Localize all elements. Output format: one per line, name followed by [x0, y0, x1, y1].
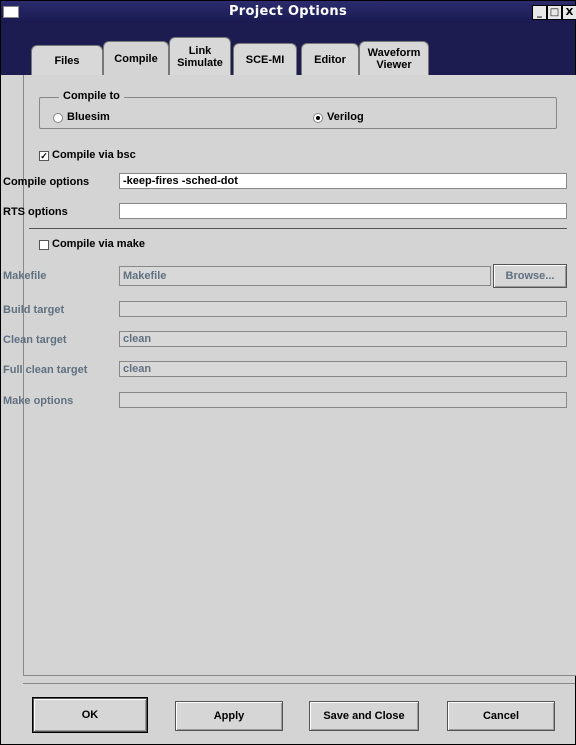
apply-button[interactable]: Apply: [175, 701, 283, 731]
build-target-input[interactable]: [119, 301, 567, 317]
tab-files[interactable]: Files: [31, 45, 103, 75]
compile-via-bsc-checkbox[interactable]: ✓: [39, 151, 49, 161]
footer-divider: [23, 683, 575, 684]
tab-compile[interactable]: Compile: [103, 41, 169, 75]
make-options-input[interactable]: [119, 392, 567, 408]
cancel-button[interactable]: Cancel: [447, 701, 555, 731]
makefile-input[interactable]: Makefile: [119, 266, 491, 286]
bluesim-label[interactable]: Bluesim: [67, 111, 110, 123]
compile-via-make-checkbox[interactable]: [39, 240, 49, 250]
save-and-close-button[interactable]: Save and Close: [309, 701, 419, 731]
close-icon[interactable]: X: [562, 5, 576, 20]
make-options-label: Make options: [3, 395, 74, 407]
verilog-radio[interactable]: [313, 113, 323, 123]
verilog-label[interactable]: Verilog: [327, 111, 364, 123]
separator: [29, 228, 567, 229]
compile-options-input[interactable]: [119, 173, 567, 189]
rts-options-input[interactable]: [119, 203, 567, 219]
compile-to-legend: Compile to: [59, 90, 124, 102]
tab-strip: Files Compile Link Simulate SCE-MI Edito…: [1, 23, 575, 75]
browse-button[interactable]: Browse...: [493, 264, 567, 288]
tab-waveform-viewer[interactable]: Waveform Viewer: [359, 41, 429, 75]
tab-editor[interactable]: Editor: [301, 43, 359, 75]
maximize-icon[interactable]: □: [547, 5, 562, 20]
compile-via-bsc-label[interactable]: Compile via bsc: [52, 149, 136, 161]
bluesim-radio[interactable]: [53, 113, 63, 123]
tab-sce-mi[interactable]: SCE-MI: [233, 43, 297, 75]
ok-button[interactable]: OK: [32, 697, 148, 733]
window-title: Project Options: [228, 4, 348, 19]
tab-link-simulate[interactable]: Link Simulate: [169, 37, 231, 75]
makefile-label: Makefile: [3, 270, 47, 282]
clean-target-input[interactable]: clean: [119, 331, 567, 347]
rts-options-label: RTS options: [3, 206, 68, 218]
clean-target-label: Clean target: [3, 334, 67, 346]
build-target-label: Build target: [3, 304, 65, 316]
full-clean-target-input[interactable]: clean: [119, 361, 567, 377]
compile-via-make-label[interactable]: Compile via make: [52, 238, 145, 250]
compile-options-label: Compile options: [3, 176, 90, 188]
full-clean-target-label: Full clean target: [3, 364, 88, 376]
project-options-window: Project Options _ □ X Files Compile Link…: [0, 0, 576, 745]
title-bar[interactable]: Project Options _ □ X: [1, 1, 576, 23]
minimize-icon[interactable]: _: [532, 5, 547, 20]
